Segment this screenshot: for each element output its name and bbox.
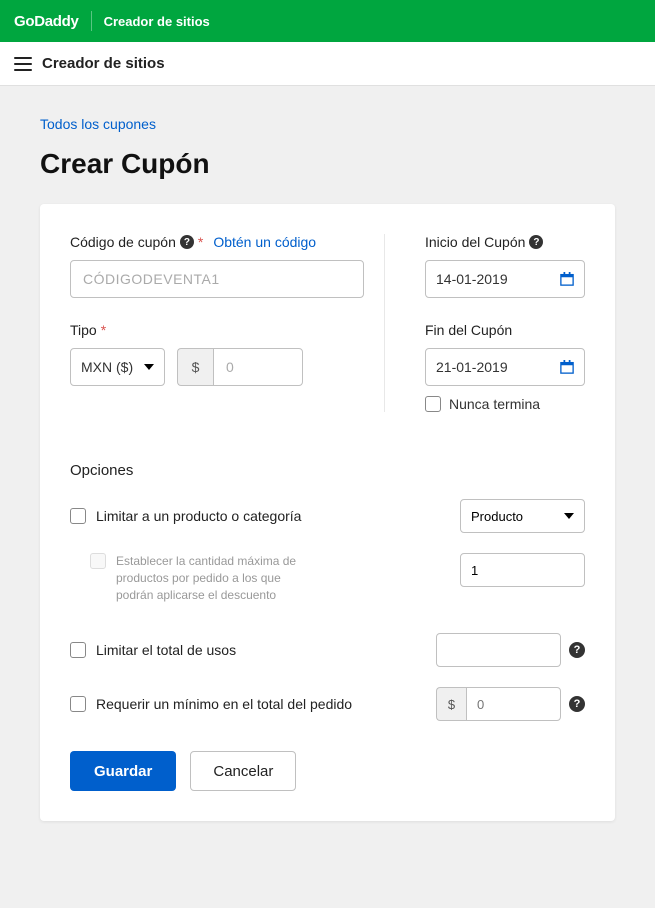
start-date-value: 14-01-2019: [436, 271, 508, 287]
limit-uses-input[interactable]: [436, 633, 561, 667]
limit-uses-label: Limitar el total de usos: [96, 642, 236, 658]
start-date-input[interactable]: 14-01-2019: [425, 260, 585, 298]
menu-icon[interactable]: [14, 57, 32, 71]
limit-uses-checkbox[interactable]: [70, 642, 86, 658]
subnav-title: Creador de sitios: [42, 55, 165, 72]
limit-product-checkbox[interactable]: [70, 508, 86, 524]
calendar-icon: [560, 272, 574, 286]
coupon-code-input[interactable]: [70, 260, 364, 298]
max-qty-input[interactable]: [460, 553, 585, 587]
never-ends-label: Nunca termina: [449, 396, 540, 412]
max-qty-label: Establecer la cantidad máxima de product…: [116, 553, 316, 603]
end-label: Fin del Cupón: [425, 322, 585, 338]
currency-select[interactable]: MXN ($): [70, 348, 165, 386]
code-label: Código de cupón ? * Obtén un código: [70, 234, 364, 250]
all-coupons-link[interactable]: Todos los cupones: [40, 116, 156, 132]
help-icon[interactable]: ?: [569, 696, 585, 712]
start-label-text: Inicio del Cupón: [425, 234, 525, 250]
help-icon[interactable]: ?: [180, 235, 194, 249]
end-date-value: 21-01-2019: [436, 359, 508, 375]
help-icon[interactable]: ?: [529, 235, 543, 249]
amount-input[interactable]: [213, 348, 303, 386]
require-min-checkbox[interactable]: [70, 696, 86, 712]
type-label: Tipo *: [70, 322, 364, 338]
top-bar: GoDaddy Creador de sitios: [0, 0, 655, 42]
end-label-text: Fin del Cupón: [425, 322, 512, 338]
required-mark: *: [101, 322, 106, 338]
options-title: Opciones: [70, 462, 585, 479]
get-code-link[interactable]: Obtén un código: [213, 234, 316, 250]
cancel-button[interactable]: Cancelar: [190, 751, 296, 791]
limit-product-label: Limitar a un producto o categoría: [96, 508, 301, 524]
min-total-input[interactable]: [466, 687, 561, 721]
form-card: Código de cupón ? * Obtén un código Tipo…: [40, 204, 615, 821]
content: Todos los cupones Crear Cupón Código de …: [0, 86, 655, 861]
calendar-icon: [560, 360, 574, 374]
help-icon[interactable]: ?: [569, 642, 585, 658]
currency-prefix: $: [177, 348, 213, 386]
type-label-text: Tipo: [70, 322, 97, 338]
require-min-label: Requerir un mínimo en el total del pedid…: [96, 696, 352, 712]
start-label: Inicio del Cupón ?: [425, 234, 585, 250]
end-date-input[interactable]: 21-01-2019: [425, 348, 585, 386]
never-ends-checkbox[interactable]: [425, 396, 441, 412]
product-name[interactable]: Creador de sitios: [91, 11, 210, 31]
sub-nav: Creador de sitios: [0, 42, 655, 86]
max-qty-checkbox[interactable]: [90, 553, 106, 569]
required-mark: *: [198, 234, 203, 250]
brand-logo[interactable]: GoDaddy: [14, 13, 79, 30]
limit-product-select[interactable]: Producto: [460, 499, 585, 533]
save-button[interactable]: Guardar: [70, 751, 176, 791]
page-title: Crear Cupón: [40, 148, 615, 180]
min-prefix: $: [436, 687, 466, 721]
code-label-text: Código de cupón: [70, 234, 176, 250]
